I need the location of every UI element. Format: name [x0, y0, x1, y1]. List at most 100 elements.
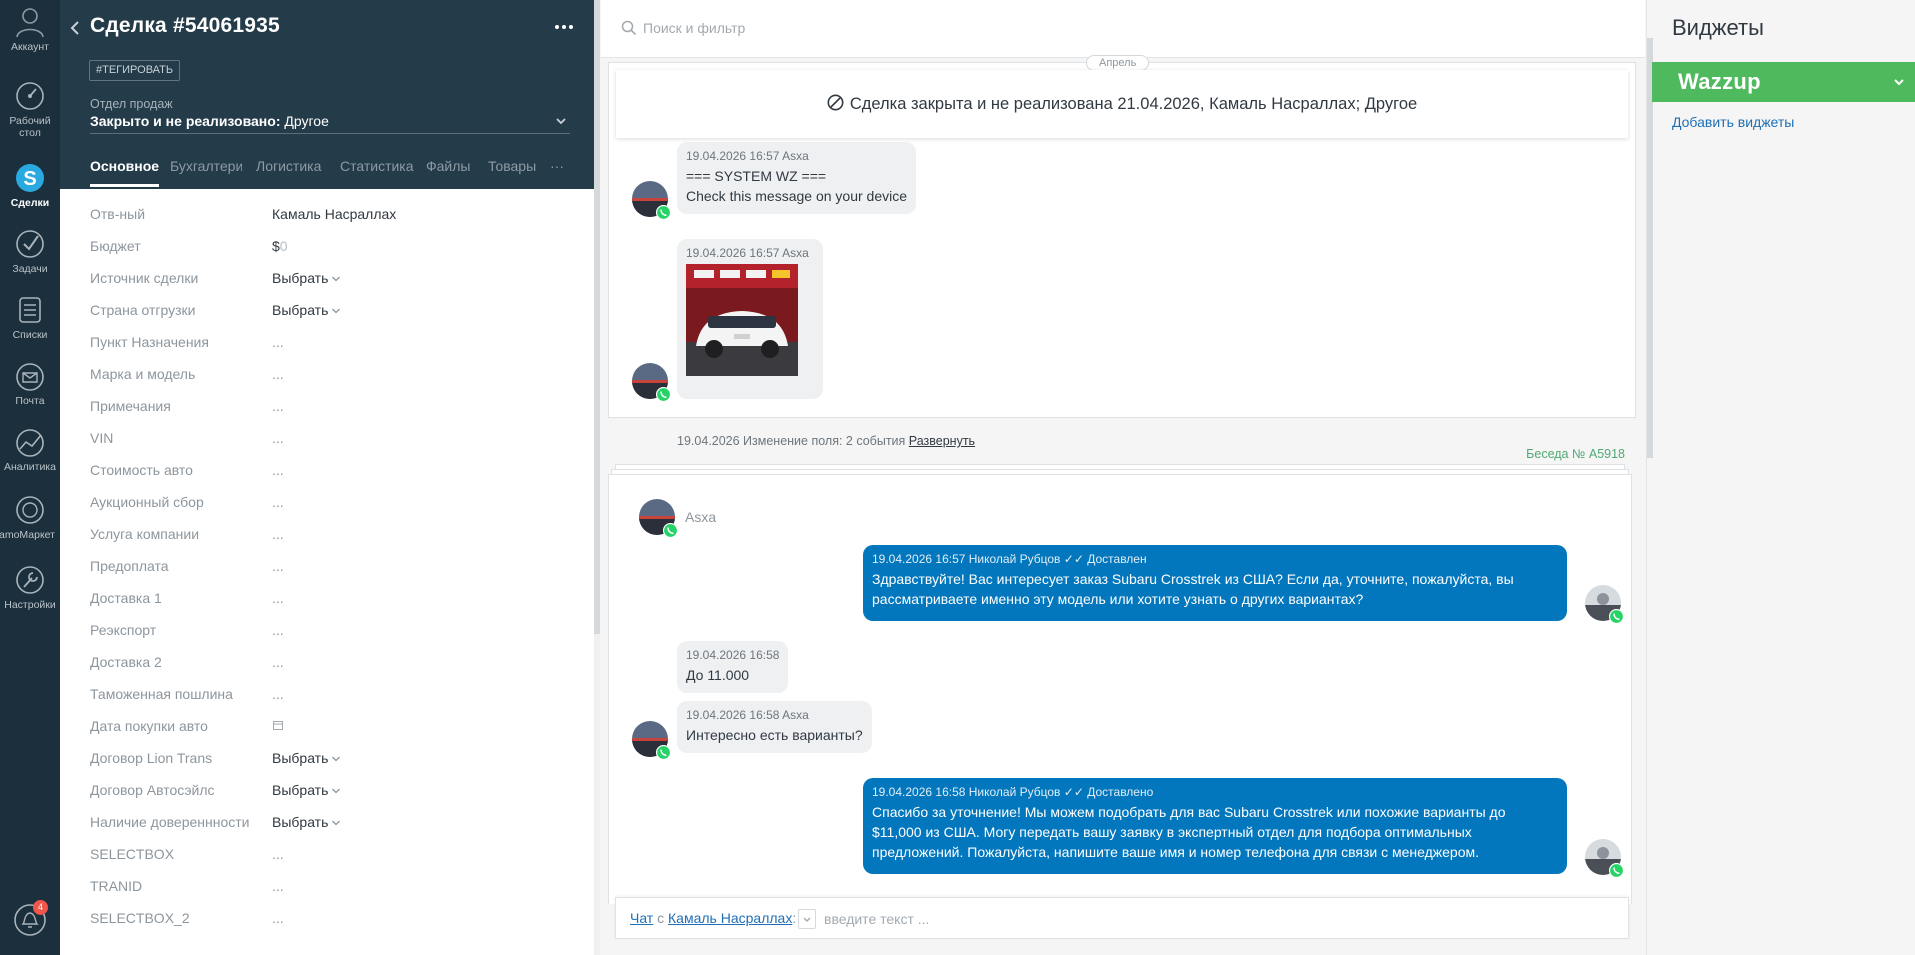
- nav-dashboard-label: Рабочий стол: [9, 115, 51, 139]
- deal-field-row[interactable]: Стоимость авто...: [60, 462, 594, 494]
- market-icon: [16, 496, 44, 524]
- chat-type-link[interactable]: Чат: [630, 910, 653, 926]
- search-input[interactable]: [643, 16, 1243, 40]
- deal-field-row[interactable]: Реэкспорт...: [60, 622, 594, 654]
- chat-recipient-link[interactable]: Камаль Насраллах: [668, 910, 792, 926]
- deal-field-row[interactable]: Марка и модель...: [60, 366, 594, 398]
- message-bubble: 19.04.2026 16:57 Asxa: [677, 239, 823, 399]
- deal-field-row[interactable]: Доставка 1...: [60, 590, 594, 622]
- deal-more-button[interactable]: [552, 16, 576, 36]
- field-value[interactable]: Выбрать: [272, 814, 341, 830]
- field-value[interactable]: ...: [272, 526, 284, 542]
- field-value-text: ...: [272, 462, 284, 478]
- field-value[interactable]: ...: [272, 878, 284, 894]
- deal-field-row[interactable]: VIN...: [60, 430, 594, 462]
- deal-field-row[interactable]: Наличие довереннности Выбрать: [60, 814, 594, 846]
- month-chip: Апрель: [1086, 55, 1150, 71]
- field-value[interactable]: Выбрать: [272, 302, 341, 318]
- deal-field-row[interactable]: Договор Lion Trans Выбрать: [60, 750, 594, 782]
- dashboard-icon: [16, 82, 44, 110]
- field-value[interactable]: ...: [272, 366, 284, 382]
- car-photo[interactable]: [686, 264, 798, 376]
- budget-amount[interactable]: 0: [280, 238, 288, 254]
- recipient-dropdown[interactable]: [798, 909, 816, 929]
- nav-dashboard[interactable]: Рабочий стол: [0, 80, 60, 139]
- deal-field-row[interactable]: Дата покупки авто: [60, 718, 594, 750]
- deal-field-row[interactable]: Аукционный сбор...: [60, 494, 594, 526]
- tag-button[interactable]: #ТЕГИРОВАТЬ: [89, 60, 181, 81]
- deal-field-row[interactable]: SELECTBOX...: [60, 846, 594, 878]
- notifications-button[interactable]: 4: [10, 900, 50, 940]
- nav-deals[interactable]: S Сделки: [0, 160, 60, 209]
- field-value-text: ...: [272, 558, 284, 574]
- deal-field-row[interactable]: Доставка 2...: [60, 654, 594, 686]
- widgets-title: Виджеты: [1672, 15, 1764, 40]
- nav-mail[interactable]: Почта: [0, 362, 60, 407]
- tab-files[interactable]: Файлы: [426, 158, 470, 174]
- avatar: [632, 181, 671, 220]
- chevron-down-icon: [332, 756, 341, 762]
- field-value-text: ...: [272, 654, 284, 670]
- field-value[interactable]: Выбрать: [272, 782, 341, 798]
- deal-closed-banner: Сделка закрыта и не реализована 21.04.20…: [616, 70, 1628, 138]
- field-value[interactable]: $0: [272, 238, 288, 254]
- deal-field-row[interactable]: Договор Автосэйлс Выбрать: [60, 782, 594, 814]
- nav-account[interactable]: Аккаунт: [0, 4, 60, 53]
- field-value[interactable]: ...: [272, 398, 284, 414]
- deal-status-select[interactable]: Закрыто и не реализовано: Другое: [90, 113, 570, 129]
- calendar-icon[interactable]: [272, 719, 284, 731]
- field-value[interactable]: ...: [272, 846, 284, 862]
- nav-settings[interactable]: Настройки: [0, 564, 60, 611]
- deal-field-row[interactable]: Услуга компании...: [60, 526, 594, 558]
- wazzup-widget-header[interactable]: Wazzup: [1652, 62, 1915, 102]
- deal-field-row[interactable]: Предоплата...: [60, 558, 594, 590]
- ban-icon: [827, 94, 844, 111]
- field-value[interactable]: [272, 718, 284, 734]
- field-value[interactable]: ...: [272, 334, 284, 350]
- search-icon: [621, 20, 637, 36]
- deal-field-row[interactable]: Отв-ный Камаль Насраллах: [60, 206, 594, 238]
- field-value[interactable]: ...: [272, 590, 284, 606]
- field-value[interactable]: ...: [272, 654, 284, 670]
- avatar: [632, 363, 671, 402]
- nav-analytics[interactable]: Аналитика: [0, 428, 60, 473]
- chevron-down-icon[interactable]: [554, 114, 568, 128]
- nav-lists[interactable]: Списки: [0, 294, 60, 341]
- field-value[interactable]: ...: [272, 430, 284, 446]
- conversation-link[interactable]: Беседа № A5918: [1526, 447, 1625, 461]
- deal-field-row[interactable]: Источник сделки Выбрать: [60, 270, 594, 302]
- deal-field-row[interactable]: Бюджет $0: [60, 238, 594, 270]
- field-value[interactable]: ...: [272, 622, 284, 638]
- tab-logistics[interactable]: Логистика: [256, 158, 321, 174]
- deal-field-row[interactable]: Таможенная пошлина...: [60, 686, 594, 718]
- nav-tasks[interactable]: Задачи: [0, 228, 60, 275]
- field-value[interactable]: ...: [272, 462, 284, 478]
- add-widgets-link[interactable]: Добавить виджеты: [1672, 114, 1794, 130]
- nav-market[interactable]: amoМаркет: [0, 494, 60, 541]
- field-value[interactable]: ...: [272, 494, 284, 510]
- tab-main[interactable]: Основное: [90, 158, 160, 187]
- delivery-status: Доставлен: [1087, 552, 1147, 566]
- field-value[interactable]: Выбрать: [272, 750, 341, 766]
- tab-products[interactable]: Товары: [488, 158, 536, 174]
- field-value[interactable]: Выбрать: [272, 270, 341, 286]
- field-value[interactable]: ...: [272, 686, 284, 702]
- chat-message-input[interactable]: [824, 908, 1604, 930]
- field-value[interactable]: Камаль Насраллах: [272, 206, 396, 222]
- deal-field-row[interactable]: Страна отгрузки Выбрать: [60, 302, 594, 334]
- nav-account-label: Аккаунт: [10, 41, 49, 53]
- field-value-text: ...: [272, 366, 284, 382]
- deal-field-row[interactable]: SELECTBOX_2...: [60, 910, 594, 942]
- back-icon[interactable]: [68, 18, 82, 38]
- deal-field-row[interactable]: Пункт Назначения...: [60, 334, 594, 366]
- expand-link[interactable]: Развернуть: [909, 434, 975, 448]
- tab-accounting[interactable]: Бухгалтерия: [170, 158, 242, 174]
- field-label: Предоплата: [90, 558, 169, 574]
- tab-statistics[interactable]: Статистика: [340, 158, 414, 174]
- field-value[interactable]: ...: [272, 558, 284, 574]
- tabs-more-button[interactable]: ···: [550, 158, 564, 174]
- field-value[interactable]: ...: [272, 910, 284, 926]
- deal-field-row[interactable]: TRANID...: [60, 878, 594, 910]
- deal-field-row[interactable]: Примечания...: [60, 398, 594, 430]
- chevron-down-icon: [332, 788, 341, 794]
